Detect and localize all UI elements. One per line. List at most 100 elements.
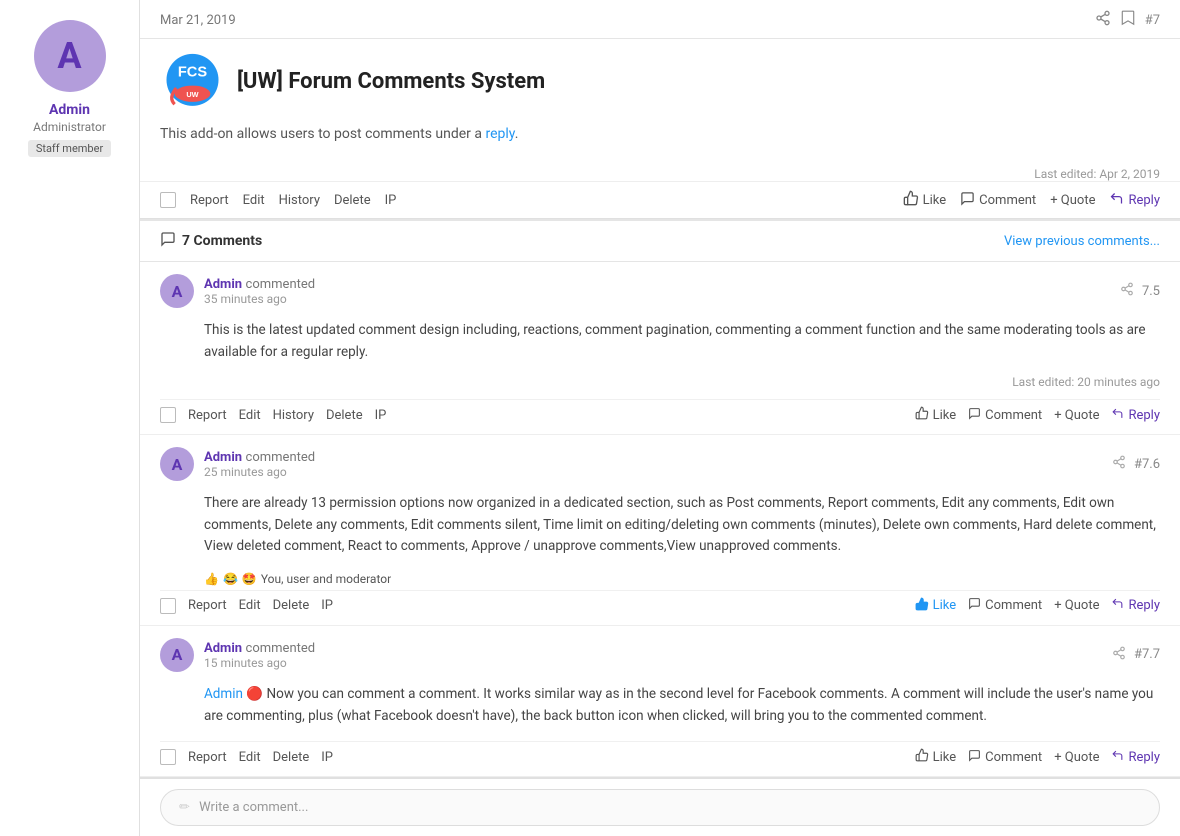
comment-body-text: Now you can comment a comment. It works …	[204, 686, 1153, 724]
comment-number: #7.6	[1134, 457, 1160, 472]
post-title-row: FCS UW [UW] Forum Comments System	[160, 49, 1160, 114]
username[interactable]: Admin	[49, 102, 90, 118]
fcs-logo: FCS UW	[160, 49, 225, 114]
comment-edit-btn[interactable]: Edit	[239, 598, 261, 613]
comment-delete-btn[interactable]: Delete	[326, 408, 363, 423]
comment-author-line: Admin commented	[204, 640, 315, 656]
comment-avatar: A	[160, 638, 194, 672]
comment-action-word: commented	[246, 641, 316, 656]
post-edit-btn[interactable]: Edit	[243, 193, 265, 208]
mention-emoji: 🔴	[246, 686, 263, 702]
comment-comment-btn[interactable]: Comment	[968, 407, 1042, 424]
post-content: This add-on allows users to post comment…	[160, 124, 1160, 145]
reactions: 👍 😂 🤩 You, user and moderator	[160, 572, 1160, 586]
comment-time: 15 minutes ago	[204, 656, 315, 670]
mentioned-user-link[interactable]: Admin	[204, 686, 243, 702]
reply-icon	[1111, 597, 1124, 614]
comment-reply-btn[interactable]: Reply	[1111, 407, 1160, 424]
comment-id-area: #7.6	[1112, 455, 1160, 473]
comment-item: A Admin commented 25 minutes ago #7.6	[140, 435, 1180, 626]
like-icon	[915, 406, 929, 424]
share-icon[interactable]	[1095, 10, 1111, 30]
comment-footer-right: Like Comment + Quote Reply	[915, 597, 1160, 615]
comment-footer: Report Edit Delete IP Like	[160, 741, 1160, 776]
comment-avatar: A	[160, 447, 194, 481]
comment-like-btn[interactable]: Like	[915, 748, 957, 766]
comment-footer-left: Report Edit Delete IP	[160, 598, 333, 614]
comment-checkbox[interactable]	[160, 749, 176, 765]
comment-time: 25 minutes ago	[204, 465, 315, 479]
post-body: FCS UW [UW] Forum Comments System This a…	[140, 39, 1180, 161]
comment-author-info: A Admin commented 35 minutes ago	[160, 274, 315, 308]
post-number: #7	[1145, 13, 1160, 28]
svg-text:UW: UW	[186, 90, 198, 99]
comment-reply-btn[interactable]: Reply	[1111, 597, 1160, 614]
comment-comment-btn[interactable]: Comment	[968, 597, 1042, 614]
post-ip-btn[interactable]: IP	[385, 193, 397, 208]
post-reply-btn[interactable]: Reply	[1109, 191, 1160, 210]
post-delete-btn[interactable]: Delete	[334, 193, 371, 208]
pencil-icon: ✏	[179, 800, 190, 815]
comment-ip-btn[interactable]: IP	[321, 750, 333, 765]
comment-action-word: commented	[246, 277, 316, 292]
comment-footer-right: Like Comment + Quote Reply	[915, 406, 1160, 424]
comment-ip-btn[interactable]: IP	[375, 408, 387, 423]
comment-edit-btn[interactable]: Edit	[239, 750, 261, 765]
post-edited: Last edited: Apr 2, 2019	[140, 161, 1180, 181]
post-quote-btn[interactable]: + Quote	[1050, 193, 1095, 208]
comments-header: 7 Comments View previous comments...	[140, 219, 1180, 262]
post-like-btn[interactable]: Like	[903, 190, 947, 210]
post-checkbox[interactable]	[160, 192, 176, 208]
post-date: Mar 21, 2019	[160, 13, 236, 28]
reply-icon	[1111, 407, 1124, 424]
post-comment-btn[interactable]: Comment	[960, 191, 1036, 210]
comment-quote-btn[interactable]: + Quote	[1054, 750, 1099, 765]
comment-author-name[interactable]: Admin	[204, 277, 242, 292]
reply-link[interactable]: reply	[485, 126, 514, 142]
post-meta-icons: #7	[1095, 10, 1160, 30]
post-history-btn[interactable]: History	[279, 193, 320, 208]
post-actions: Report Edit History Delete IP Like Comme…	[140, 181, 1180, 219]
comment-footer-left: Report Edit History Delete IP	[160, 407, 386, 423]
like-icon	[915, 748, 929, 766]
sidebar: A Admin Administrator Staff member	[0, 0, 140, 836]
comment-author-name[interactable]: Admin	[204, 641, 242, 656]
comment-history-btn[interactable]: History	[273, 408, 314, 423]
comment-reply-btn[interactable]: Reply	[1111, 749, 1160, 766]
write-comment-placeholder: Write a comment...	[199, 800, 308, 815]
comment-action-word: commented	[246, 450, 316, 465]
comment-report-btn[interactable]: Report	[188, 598, 227, 613]
main-content: Mar 21, 2019 #7 FCS UW [UW] Fo	[140, 0, 1180, 836]
comment-bubble-icon	[968, 407, 981, 424]
write-comment-input[interactable]: ✏ Write a comment...	[160, 789, 1160, 826]
comment-like-btn[interactable]: Like	[915, 406, 957, 424]
post-report-btn[interactable]: Report	[190, 193, 229, 208]
share-icon[interactable]	[1112, 646, 1126, 664]
comment-like-btn[interactable]: Like	[915, 597, 957, 615]
comment-time: 35 minutes ago	[204, 292, 315, 306]
comment-author-info: A Admin commented 15 minutes ago	[160, 638, 315, 672]
comment-quote-btn[interactable]: + Quote	[1054, 598, 1099, 613]
share-icon[interactable]	[1112, 455, 1126, 473]
bookmark-icon[interactable]	[1121, 10, 1135, 30]
comment-edit-btn[interactable]: Edit	[239, 408, 261, 423]
comment-ip-btn[interactable]: IP	[321, 598, 333, 613]
comment-author-name[interactable]: Admin	[204, 450, 242, 465]
chat-bubble-icon	[160, 231, 176, 251]
comment-footer-right: Like Comment + Quote Reply	[915, 748, 1160, 766]
comment-comment-btn[interactable]: Comment	[968, 749, 1042, 766]
comment-report-btn[interactable]: Report	[188, 750, 227, 765]
post-actions-left: Report Edit History Delete IP	[160, 192, 396, 208]
comment-delete-btn[interactable]: Delete	[273, 750, 310, 765]
comments-count: 7 Comments	[160, 231, 262, 251]
comment-checkbox[interactable]	[160, 407, 176, 423]
comment-checkbox[interactable]	[160, 598, 176, 614]
comment-quote-btn[interactable]: + Quote	[1054, 408, 1099, 423]
reactions-text: You, user and moderator	[261, 572, 391, 586]
comment-delete-btn[interactable]: Delete	[273, 598, 310, 613]
haha-emoji: 😂	[223, 572, 238, 586]
view-previous-comments[interactable]: View previous comments...	[1004, 234, 1160, 249]
comment-report-btn[interactable]: Report	[188, 408, 227, 423]
share-icon[interactable]	[1120, 282, 1134, 300]
comment-number: #7.7	[1134, 647, 1160, 662]
